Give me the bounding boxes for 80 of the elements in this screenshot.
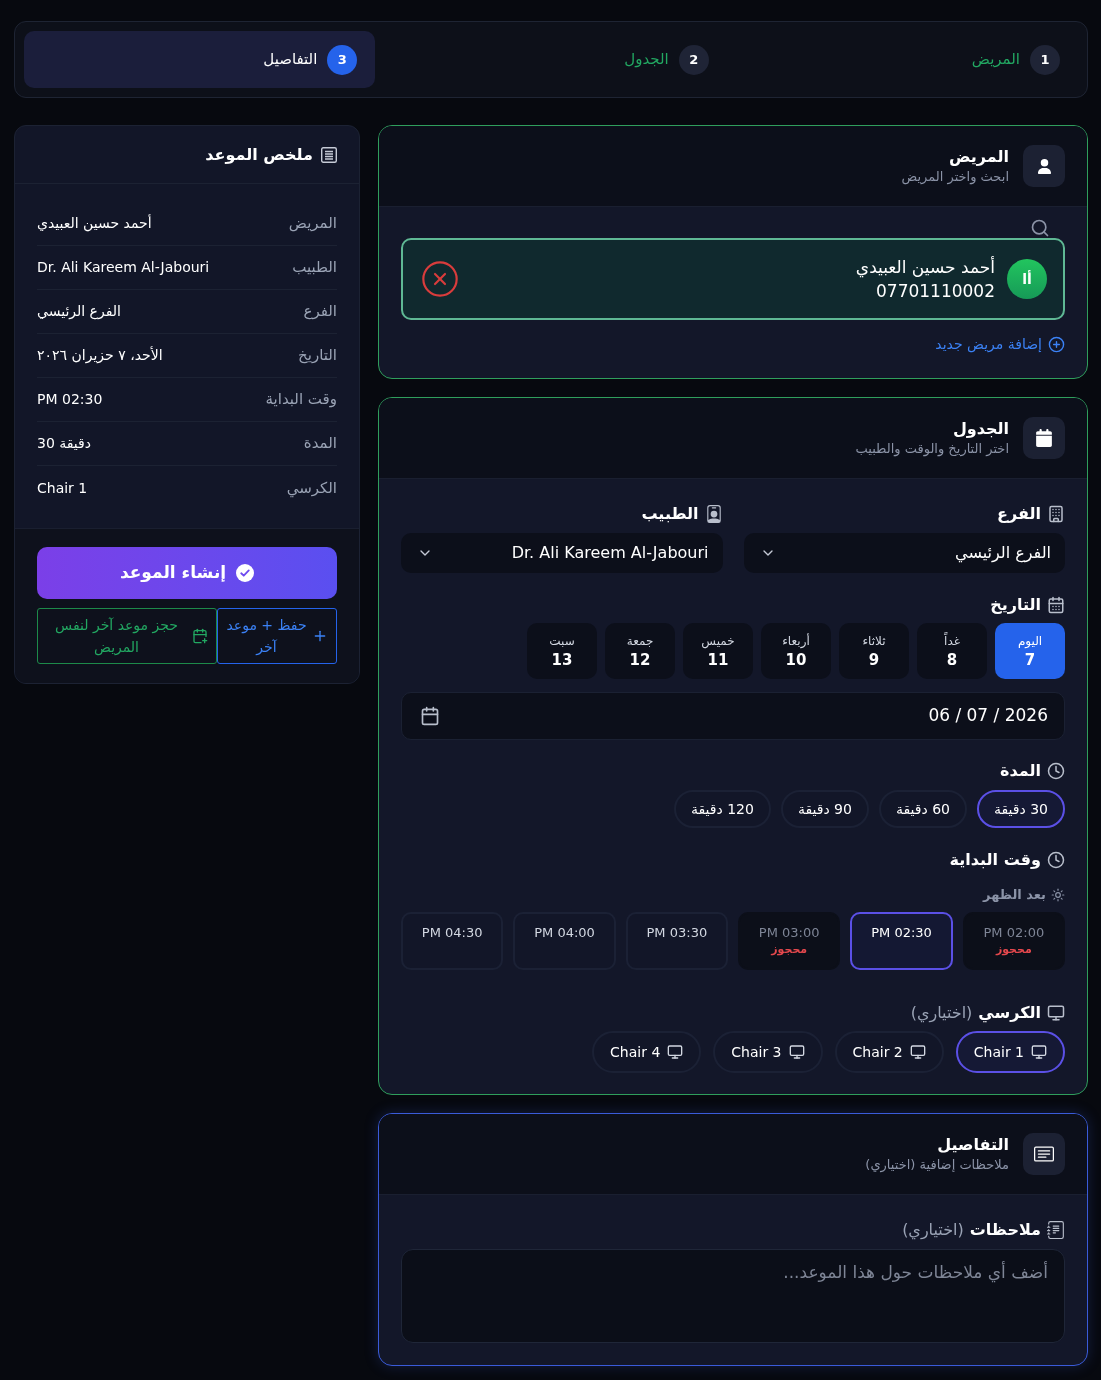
id-badge-icon <box>704 505 723 523</box>
summary-value: الفرع الرئيسي <box>37 302 121 322</box>
search-icon <box>1030 218 1050 238</box>
summary-label: التاريخ <box>298 345 337 367</box>
calendar-grid-icon <box>1047 596 1065 614</box>
close-icon[interactable] <box>420 259 460 299</box>
patient-name: أحمد حسين العبيدي <box>855 255 995 279</box>
field-label: الفرع <box>997 504 1041 524</box>
monitor-icon <box>1047 1004 1065 1022</box>
time-slot[interactable]: PM 03:30 <box>625 912 728 970</box>
notes-field[interactable]: أضف أي ملاحظات حول هذا الموعد... <box>401 1249 1065 1343</box>
patient-avatar: أا <box>1007 259 1047 299</box>
list-icon <box>321 146 337 163</box>
duration-pill[interactable]: 120 دقيقة <box>673 790 771 828</box>
duration-pill[interactable]: 30 دقيقة <box>976 790 1065 828</box>
section-subtitle: ابحث واختر المريض <box>901 168 1009 186</box>
building-icon <box>1047 505 1065 523</box>
notebook-icon <box>1047 1221 1065 1239</box>
save-and-new-button[interactable]: حفظ + موعد آخر <box>217 608 337 664</box>
summary-value: Chair 1 <box>37 478 88 498</box>
duration-pill[interactable]: 90 دقيقة <box>780 790 869 828</box>
summary-value: الأحد، ٧ حزيران ٢٠٢٦ <box>37 345 163 366</box>
monitor-icon <box>1031 1044 1047 1060</box>
chair-option[interactable]: Chair 3 <box>713 1031 823 1073</box>
monitor-icon <box>909 1044 926 1060</box>
step-number: 1 <box>1030 44 1060 75</box>
calendar-icon <box>420 706 440 726</box>
section-subtitle: ملاحظات إضافية (اختياري) <box>865 1156 1009 1174</box>
user-icon <box>1023 145 1065 187</box>
create-appointment-button[interactable]: إنشاء الموعد <box>37 547 337 599</box>
period-label: بعد الظهر <box>983 887 1046 903</box>
calendar-icon <box>1023 417 1065 459</box>
field-label: ملاحظات <box>969 1220 1041 1240</box>
summary-label: الفرع <box>303 301 337 323</box>
field-label: الكرسي <box>978 1003 1041 1023</box>
summary-value: Dr. Ali Kareem Al-Jabouri <box>37 258 210 277</box>
sun-icon <box>1051 888 1065 902</box>
date-field[interactable]: 06 / 07 / 2026 <box>401 692 1065 740</box>
monitor-icon <box>788 1044 805 1060</box>
book-again-button[interactable]: حجز موعد آخر لنفس المريض <box>37 608 217 664</box>
duration-pill[interactable]: 60 دقيقة <box>878 790 967 828</box>
summary-value: أحمد حسين العبيدي <box>37 213 152 234</box>
clock-icon <box>1047 762 1065 780</box>
summary-value: PM 02:30 <box>37 390 103 409</box>
optional-hint: (اختياري) <box>910 1003 973 1023</box>
summary-title: ملخص الموعد <box>205 143 313 166</box>
section-title: الجدول <box>951 418 1009 440</box>
branch-select[interactable]: الفرع الرئيسي <box>743 533 1065 573</box>
time-slot[interactable]: PM 04:00 <box>513 912 616 970</box>
step-number: 3 <box>327 44 358 75</box>
calendar-plus-icon <box>192 628 208 644</box>
patient-phone: 07701110002 <box>875 280 995 303</box>
summary-value: 30 دقيقة <box>37 434 91 453</box>
clock-icon <box>1047 851 1065 869</box>
add-patient-link[interactable]: إضافة مريض جديد <box>935 334 1065 355</box>
summary-label: المدة <box>303 433 337 455</box>
text-lines-icon <box>1023 1133 1065 1175</box>
section-subtitle: اختر التاريخ والوقت والطبيب <box>855 440 1009 458</box>
chair-option[interactable]: Chair 1 <box>955 1031 1065 1073</box>
chair-option[interactable]: Chair 4 <box>592 1031 702 1073</box>
field-label: المدة <box>1000 761 1041 781</box>
chair-option[interactable]: Chair 2 <box>834 1031 944 1073</box>
field-label: التاريخ <box>990 595 1041 615</box>
time-slot[interactable]: PM 02:30 <box>850 912 953 970</box>
section-title: المريض <box>948 146 1009 168</box>
optional-hint: (اختياري) <box>902 1220 964 1240</box>
field-label: الطبيب <box>641 504 699 524</box>
summary-label: المريض <box>288 213 337 235</box>
step-number: 2 <box>678 44 709 75</box>
summary-label: الطبيب <box>292 257 337 279</box>
plus-circle-icon <box>1048 336 1065 353</box>
check-circle-icon <box>236 564 255 582</box>
summary-label: الكرسي <box>286 477 337 500</box>
summary-label: وقت البداية <box>265 389 337 411</box>
field-label: وقت البداية <box>949 850 1041 870</box>
monitor-icon <box>667 1044 684 1060</box>
section-title: التفاصيل <box>936 1134 1009 1156</box>
doctor-select[interactable]: Dr. Ali Kareem Al-Jabouri <box>401 533 723 573</box>
time-slot[interactable]: PM 04:30 <box>401 912 504 970</box>
plus-icon <box>312 628 328 644</box>
